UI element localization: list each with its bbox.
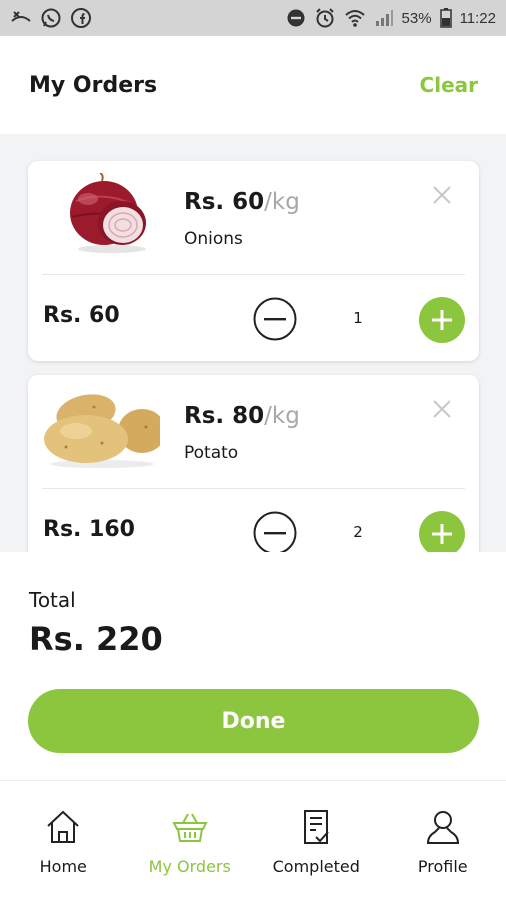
checklist-icon [296, 807, 336, 847]
order-card: Rs. 80/kg Potato Rs. 160 2 [28, 375, 479, 552]
user-icon [423, 807, 463, 847]
done-button[interactable]: Done [28, 689, 479, 753]
nav-label-profile: Profile [417, 857, 468, 876]
status-bar-notifications [10, 7, 92, 29]
close-icon[interactable] [430, 183, 454, 207]
product-name: Onions [184, 229, 243, 249]
nav-item-my-orders[interactable]: My Orders [127, 781, 254, 900]
unit-price: Rs. 60/kg [184, 189, 300, 215]
signal-icon [374, 9, 394, 27]
plus-icon [432, 524, 452, 544]
price-unit: /kg [264, 189, 300, 215]
nav-item-home[interactable]: Home [0, 781, 127, 900]
home-icon [43, 807, 83, 847]
battery-icon [439, 8, 452, 28]
nav-item-profile[interactable]: Profile [380, 781, 506, 900]
whatsapp-icon [40, 7, 62, 29]
wifi-icon [344, 8, 366, 28]
battery-percent: 53% [401, 9, 432, 27]
basket-icon [170, 807, 210, 847]
potato-image [42, 387, 166, 469]
decrease-quantity-button[interactable] [253, 511, 297, 552]
do-not-disturb-icon [286, 8, 306, 28]
plus-icon [432, 310, 452, 330]
quantity-value: 1 [353, 309, 363, 327]
nav-item-completed[interactable]: Completed [253, 781, 380, 900]
total-value: Rs. 220 [29, 620, 163, 658]
nav-label-my-orders: My Orders [148, 857, 231, 876]
missed-call-icon [10, 9, 32, 27]
card-divider [42, 488, 465, 489]
order-card: Rs. 60/kg Onions Rs. 60 1 [28, 161, 479, 361]
line-subtotal: Rs. 160 [43, 517, 135, 542]
order-list[interactable]: Rs. 60/kg Onions Rs. 60 1 Rs. 80/kg Pota… [0, 134, 506, 552]
facebook-icon [70, 7, 92, 29]
product-name: Potato [184, 443, 239, 463]
status-bar: 53% 11:22 [0, 0, 506, 36]
clear-button[interactable]: Clear [420, 73, 478, 97]
total-label: Total [29, 588, 76, 612]
alarm-icon [314, 7, 336, 29]
quantity-value: 2 [353, 523, 363, 541]
clock: 11:22 [459, 9, 496, 27]
line-subtotal: Rs. 60 [43, 303, 120, 328]
increase-quantity-button[interactable] [419, 511, 465, 552]
unit-price: Rs. 80/kg [184, 403, 300, 429]
price-unit: /kg [264, 403, 300, 429]
status-bar-system: 53% 11:22 [286, 7, 496, 29]
decrease-quantity-button[interactable] [253, 297, 297, 341]
app-header: My Orders Clear [0, 36, 506, 134]
increase-quantity-button[interactable] [419, 297, 465, 343]
card-divider [42, 274, 465, 275]
bottom-nav: Home My Orders Completed Profile [0, 780, 506, 900]
close-icon[interactable] [430, 397, 454, 421]
onion-image [42, 172, 160, 255]
nav-label-home: Home [39, 857, 87, 876]
nav-label-completed: Completed [272, 857, 360, 876]
page-title: My Orders [29, 72, 158, 98]
